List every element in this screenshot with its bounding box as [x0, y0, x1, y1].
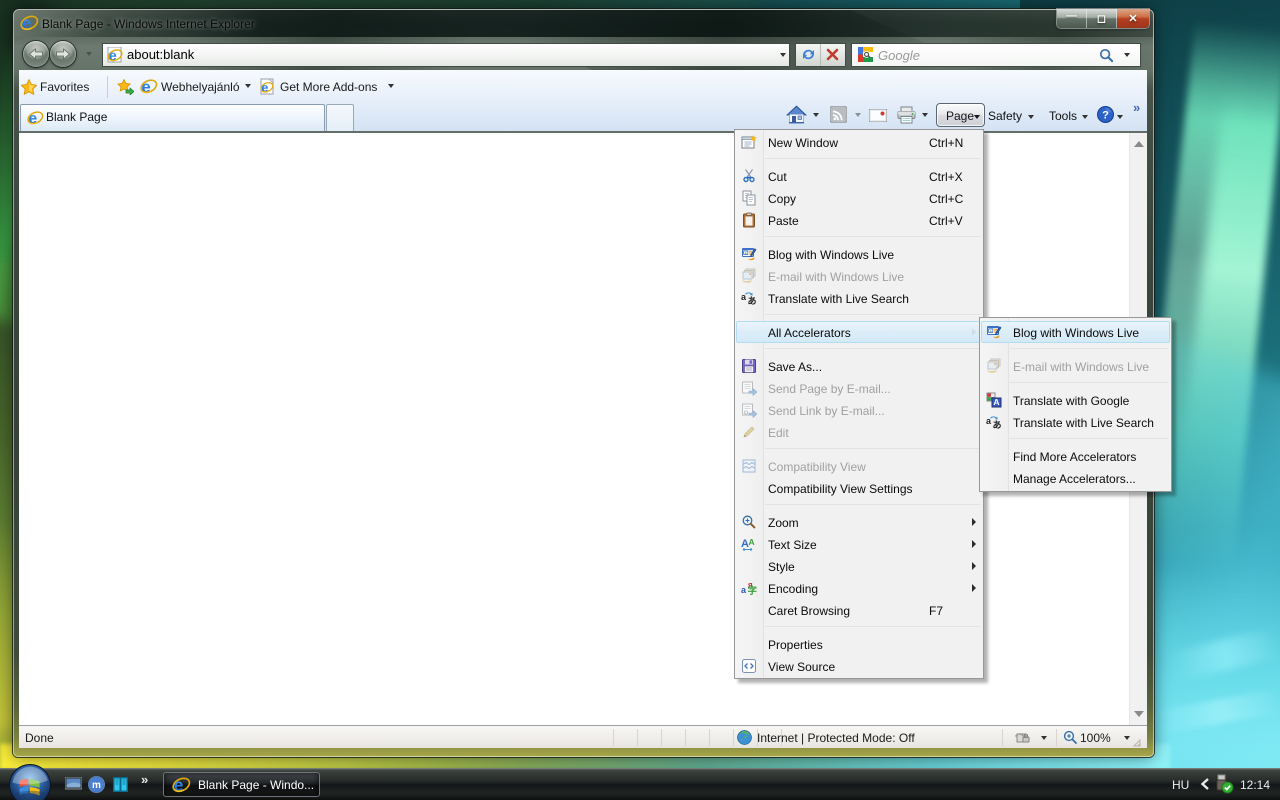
svg-text:a: a	[741, 585, 747, 595]
svg-text:あ: あ	[993, 420, 1002, 430]
svg-text:m: m	[92, 780, 101, 791]
svg-text:A: A	[749, 537, 755, 547]
svg-text:字: 字	[748, 585, 758, 596]
svg-text:あ: あ	[748, 296, 757, 306]
svg-text:A: A	[993, 397, 999, 407]
